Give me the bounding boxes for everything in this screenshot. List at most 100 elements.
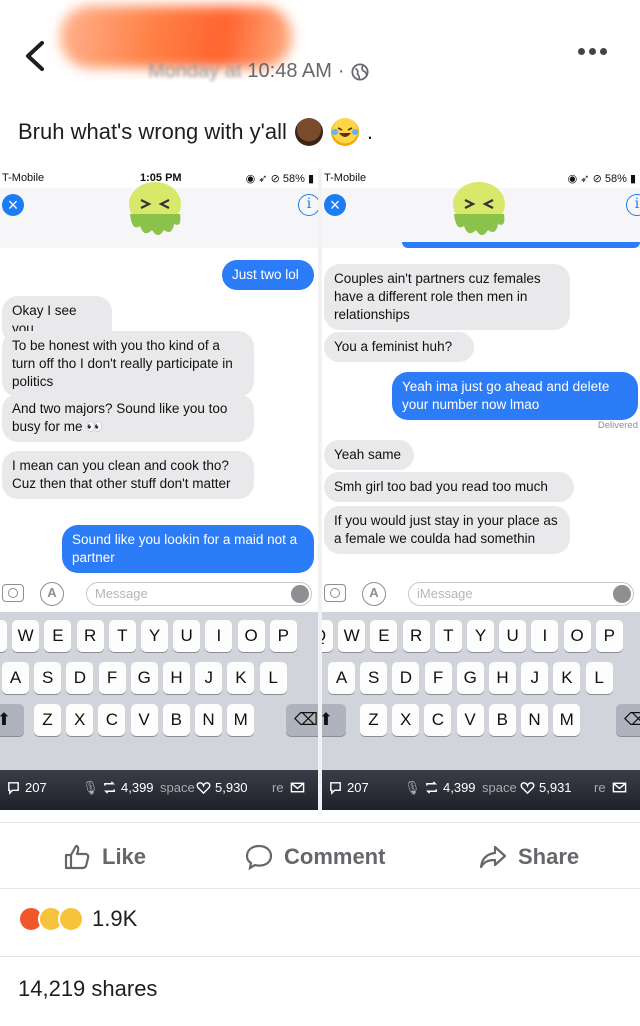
dm-stat <box>612 780 627 795</box>
envelope-icon <box>612 782 627 793</box>
key-w[interactable]: W <box>338 620 366 652</box>
key-a[interactable]: A <box>2 662 29 694</box>
microphone-icon[interactable] <box>291 585 309 603</box>
shared-screenshots[interactable]: T-Mobile 1:05 PM ◉ ➶ ⊘ 58% ▮ × i Just tw… <box>0 168 640 810</box>
close-icon[interactable]: × <box>2 194 24 216</box>
message-bubble-received: You a feminist huh? <box>324 332 474 362</box>
delivered-label: Delivered <box>597 420 638 431</box>
comment-button[interactable]: Comment <box>244 842 385 872</box>
dm-stat <box>290 780 305 795</box>
comments-stat: 207 <box>328 780 369 795</box>
message-input-row: A iMessage <box>322 580 640 610</box>
key-m[interactable]: M <box>553 704 581 736</box>
key-c[interactable]: C <box>424 704 452 736</box>
key-u[interactable]: U <box>499 620 527 652</box>
key-b[interactable]: B <box>488 704 516 736</box>
keyboard[interactable]: QWERTYUIOP ASDFGHJKL ZXCVBNM ⬆ ⌫ 207 🎙 4,3… <box>322 612 640 810</box>
key-y[interactable]: Y <box>141 620 168 652</box>
share-arrow-icon <box>479 845 507 869</box>
key-t[interactable]: T <box>434 620 462 652</box>
key-s[interactable]: S <box>360 662 388 694</box>
key-t[interactable]: T <box>108 620 136 652</box>
key-v[interactable]: V <box>456 704 484 736</box>
heart-icon <box>196 782 211 795</box>
key-m[interactable]: M <box>227 704 255 736</box>
close-icon[interactable]: × <box>324 194 346 216</box>
keyboard[interactable]: QWERTYUIOP ASDFGHJKL ZXCVBNM ⬆ ⌫ 207 🎙 4,3… <box>0 612 318 810</box>
overlay-stats-strip: 207 🎙 4,399 space 5,931 re <box>322 770 640 810</box>
key-w[interactable]: W <box>12 620 40 652</box>
post-header: Monday at 10:48 AM · Bruh what's wrong w… <box>0 0 640 160</box>
like-button[interactable]: Like <box>62 842 146 872</box>
key-l[interactable]: L <box>259 662 287 694</box>
share-label: Share <box>518 844 580 869</box>
share-button[interactable]: Share <box>478 842 579 872</box>
key-k[interactable]: K <box>227 662 255 694</box>
back-arrow-icon[interactable] <box>22 40 48 72</box>
key-h[interactable]: H <box>163 662 190 694</box>
key-p[interactable]: P <box>269 620 297 652</box>
comment-bubble-icon <box>8 782 19 795</box>
reactions-summary[interactable]: 1.9K <box>18 906 137 932</box>
backspace-key[interactable]: ⌫ <box>286 704 318 736</box>
key-z[interactable]: Z <box>34 704 61 736</box>
shift-key[interactable]: ⬆ <box>0 704 24 736</box>
key-i[interactable]: I <box>205 620 233 652</box>
key-n[interactable]: N <box>195 704 222 736</box>
key-e[interactable]: E <box>44 620 72 652</box>
message-input[interactable]: Message <box>86 582 312 606</box>
key-a[interactable]: A <box>328 662 355 694</box>
overlay-stats-strip: 207 🎙 4,399 space 5,930 re <box>0 770 318 810</box>
shift-key[interactable]: ⬆ <box>322 704 346 736</box>
key-x[interactable]: X <box>392 704 420 736</box>
key-k[interactable]: K <box>553 662 581 694</box>
return-key-ghost: re <box>594 780 606 795</box>
key-i[interactable]: I <box>531 620 559 652</box>
more-options-icon[interactable] <box>578 48 618 62</box>
message-bubble-received: Couples ain't partners cuz females have … <box>324 264 570 330</box>
key-f[interactable]: F <box>424 662 452 694</box>
key-p[interactable]: P <box>595 620 623 652</box>
backspace-key[interactable]: ⌫ <box>616 704 640 736</box>
comment-label: Comment <box>284 844 386 869</box>
key-d[interactable]: D <box>392 662 420 694</box>
message-input[interactable]: iMessage <box>408 582 634 606</box>
key-f[interactable]: F <box>98 662 126 694</box>
key-e[interactable]: E <box>370 620 398 652</box>
message-input-row: A Message <box>0 580 318 610</box>
key-g[interactable]: G <box>456 662 484 694</box>
app-store-icon[interactable]: A <box>40 582 64 606</box>
message-bubble-received: To be honest with you tho kind of a turn… <box>2 331 254 397</box>
shares-count[interactable]: 14,219 shares <box>18 976 157 1002</box>
key-n[interactable]: N <box>521 704 548 736</box>
key-u[interactable]: U <box>173 620 201 652</box>
comments-count: 207 <box>347 780 369 795</box>
key-d[interactable]: D <box>66 662 94 694</box>
key-q[interactable]: Q <box>322 620 333 652</box>
app-store-icon[interactable]: A <box>362 582 386 606</box>
key-r[interactable]: R <box>402 620 430 652</box>
key-j[interactable]: J <box>521 662 549 694</box>
camera-icon[interactable] <box>2 584 24 602</box>
key-y[interactable]: Y <box>467 620 494 652</box>
info-icon[interactable]: i <box>298 194 318 216</box>
key-z[interactable]: Z <box>360 704 387 736</box>
post-timestamp[interactable]: Monday at 10:48 AM · <box>148 60 369 83</box>
camera-icon[interactable] <box>324 584 346 602</box>
key-c[interactable]: C <box>98 704 126 736</box>
thumbs-up-icon <box>64 844 90 870</box>
key-r[interactable]: R <box>76 620 104 652</box>
battery-label: 58% <box>604 173 627 185</box>
key-v[interactable]: V <box>130 704 158 736</box>
key-x[interactable]: X <box>66 704 94 736</box>
microphone-icon[interactable] <box>613 585 631 603</box>
key-j[interactable]: J <box>195 662 223 694</box>
key-h[interactable]: H <box>489 662 516 694</box>
key-s[interactable]: S <box>34 662 62 694</box>
key-g[interactable]: G <box>130 662 158 694</box>
key-o[interactable]: O <box>237 620 265 652</box>
key-o[interactable]: O <box>563 620 591 652</box>
key-b[interactable]: B <box>162 704 190 736</box>
key-l[interactable]: L <box>585 662 613 694</box>
key-q[interactable]: Q <box>0 620 7 652</box>
